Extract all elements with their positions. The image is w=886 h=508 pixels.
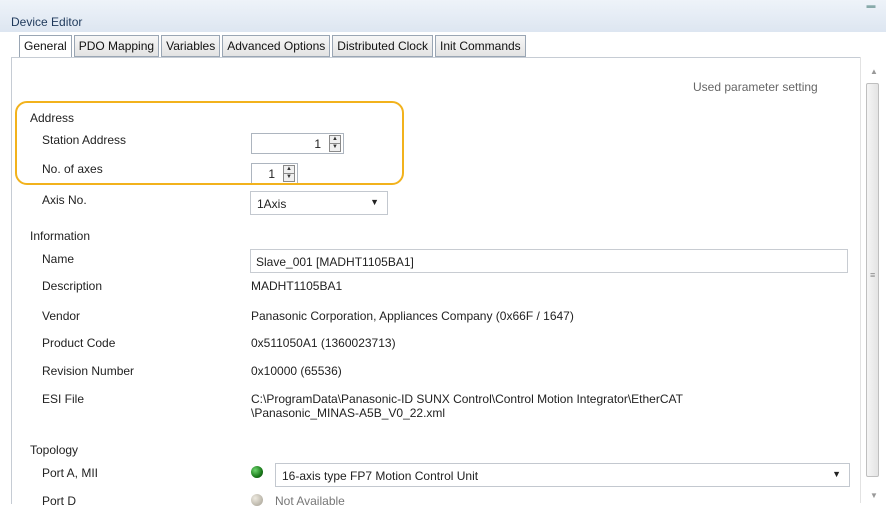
scroll-down-icon[interactable]: ▼	[870, 491, 878, 500]
tab-distributed-clock[interactable]: Distributed Clock	[332, 35, 433, 57]
topology-section-label: Topology	[30, 443, 79, 457]
product-code-value: 0x511050A1 (1360023713)	[251, 336, 396, 350]
revision-number-label: Revision Number	[42, 364, 135, 378]
chevron-down-icon: ▼	[370, 197, 379, 207]
port-d-label: Port D	[42, 494, 77, 508]
tab-advanced-options[interactable]: Advanced Options	[222, 35, 331, 57]
product-code-label: Product Code	[42, 336, 116, 350]
mode-note: Used parameter setting	[693, 80, 818, 94]
name-label: Name	[42, 252, 75, 266]
description-label: Description	[42, 279, 103, 293]
esi-file-line-2: \Panasonic_MINAS-A5B_V0_22.xml	[251, 406, 446, 420]
name-field[interactable]: Slave_001 [MADHT1105BA1]	[250, 249, 848, 273]
status-connected-icon	[251, 466, 263, 478]
port-d-value: Not Available	[275, 494, 345, 508]
highlight-outline	[15, 101, 404, 185]
port-a-dropdown[interactable]: 16-axis type FP7 Motion Control Unit ▼	[275, 463, 850, 487]
window-control-icon[interactable]: ▬	[862, 0, 880, 10]
tab-bar: General PDO Mapping Variables Advanced O…	[19, 35, 528, 58]
tab-init-commands[interactable]: Init Commands	[434, 35, 526, 57]
port-a-label: Port A, MII	[42, 466, 99, 480]
tab-general[interactable]: General	[19, 35, 72, 58]
name-value: Slave_001 [MADHT1105BA1]	[256, 255, 414, 269]
port-a-value: 16-axis type FP7 Motion Control Unit	[282, 469, 479, 483]
tab-variables[interactable]: Variables	[161, 35, 221, 57]
status-unavailable-icon	[251, 494, 263, 506]
axis-no-dropdown[interactable]: 1Axis ▼	[250, 191, 388, 215]
scroll-thumb[interactable]: ≡	[866, 83, 879, 477]
revision-number-value: 0x10000 (65536)	[251, 364, 342, 378]
information-section-label: Information	[30, 229, 91, 243]
axis-no-label: Axis No.	[42, 193, 87, 207]
vendor-label: Vendor	[42, 309, 81, 323]
grip-icon: ≡	[870, 270, 876, 280]
chevron-down-icon: ▼	[832, 469, 841, 479]
vertical-scrollbar[interactable]: ▲ ≡ ▼	[860, 57, 886, 503]
title-bar: Device Editor ▬	[0, 0, 886, 32]
scroll-up-icon[interactable]: ▲	[870, 67, 878, 76]
tab-pdo-mapping[interactable]: PDO Mapping	[73, 35, 160, 57]
window-title: Device Editor	[11, 15, 83, 29]
esi-file-label: ESI File	[42, 392, 85, 406]
vendor-value: Panasonic Corporation, Appliances Compan…	[251, 309, 574, 323]
axis-no-value: 1Axis	[257, 197, 287, 211]
description-value: MADHT1105BA1	[251, 279, 343, 293]
esi-file-line-1: C:\ProgramData\Panasonic-ID SUNX Control…	[251, 392, 683, 406]
